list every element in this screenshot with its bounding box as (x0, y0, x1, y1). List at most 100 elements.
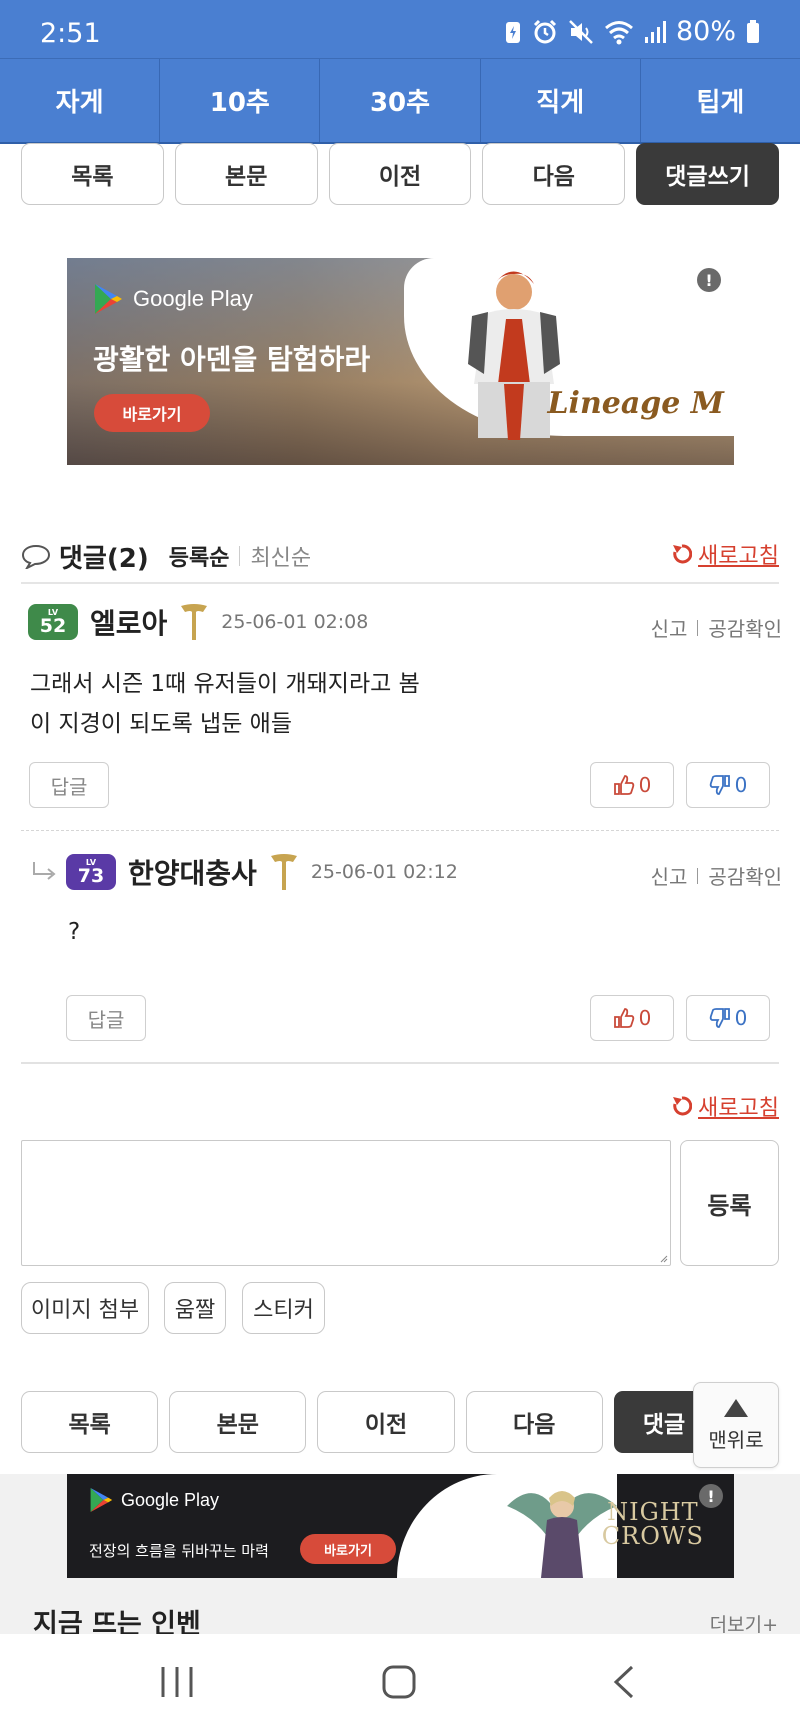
list-button[interactable]: 목록 (21, 143, 164, 205)
upvote-count: 0 (638, 1006, 652, 1030)
comment-1-actions: 신고 공감확인 (651, 613, 782, 642)
status-icons: 80% (504, 16, 760, 47)
refresh-button-top[interactable]: 새로고침 (672, 538, 779, 570)
ad-cta-button[interactable]: 바로가기 (300, 1534, 396, 1564)
logo-line: CROWS (601, 1522, 704, 1550)
google-play-icon (90, 1488, 113, 1512)
comment-date: 25-06-01 02:12 (310, 861, 458, 883)
google-play-icon (95, 284, 122, 314)
comment-date: 25-06-01 02:08 (221, 611, 369, 633)
sticker-button[interactable]: 스티커 (242, 1282, 325, 1334)
night-crows-logo: NIGHT CROWS (602, 1500, 704, 1548)
refresh-icon (673, 544, 693, 564)
home-icon[interactable] (381, 1664, 417, 1700)
ad-subtitle: 전장의 흐름을 뒤바꾸는 마력 (89, 1542, 269, 1560)
comment-divider (21, 830, 779, 831)
next-button[interactable]: 다음 (482, 143, 626, 205)
go-top-label: 맨위로 (708, 1427, 764, 1452)
write-comment-button[interactable]: 댓글쓰기 (636, 143, 779, 205)
sort-divider (239, 546, 241, 566)
upvote-button[interactable]: 0 (590, 995, 674, 1041)
alarm-icon (532, 19, 558, 45)
body-button[interactable]: 본문 (169, 1391, 307, 1453)
likes-check-link[interactable]: 공감확인 (708, 613, 782, 642)
signal-icon (644, 20, 666, 44)
comments-end-divider (21, 1062, 779, 1064)
downvote-count: 0 (734, 773, 748, 797)
triangle-up-icon (724, 1398, 748, 1417)
ad-headline: 광활한 아덴을 탐험하라 (93, 343, 371, 376)
tab-30-recommend[interactable]: 30추 (320, 59, 481, 142)
list-button[interactable]: 목록 (21, 1391, 159, 1453)
thumbs-up-icon (613, 775, 634, 795)
refresh-icon (673, 1096, 693, 1116)
downvote-count: 0 (734, 1006, 748, 1030)
lineage-m-logo: Lineage M (547, 386, 724, 421)
refresh-label: 새로고침 (698, 544, 779, 569)
mute-icon (568, 19, 594, 45)
resize-handle-icon[interactable] (660, 1255, 668, 1263)
reply-button[interactable]: 답글 (66, 995, 146, 1041)
prev-button[interactable]: 이전 (328, 143, 472, 205)
tab-10-recommend[interactable]: 10추 (160, 59, 321, 142)
comment-nickname[interactable]: 엘로아 (90, 602, 167, 642)
refresh-label: 새로고침 (698, 1096, 779, 1121)
refresh-button-bottom[interactable]: 새로고침 (672, 1090, 779, 1122)
attach-image-button[interactable]: 이미지 첨부 (21, 1282, 149, 1334)
thumbs-down-icon (709, 1008, 730, 1028)
tab-tip-board[interactable]: 팁게 (641, 59, 800, 142)
ad-cta-button[interactable]: 바로가기 (94, 394, 210, 432)
post-nav-bottom: 목록 본문 이전 다음 댓글 (21, 1391, 780, 1453)
comment-line: 이 지경이 되도록 냅둔 애들 (30, 711, 293, 737)
sort-oldest[interactable]: 등록순 (169, 540, 230, 572)
post-nav-top: 목록 본문 이전 다음 댓글쓰기 (21, 143, 779, 205)
tab-job-board[interactable]: 직게 (481, 59, 641, 142)
report-link[interactable]: 신고 (651, 861, 688, 890)
comments-title: 댓글(2) (59, 538, 149, 575)
next-button[interactable]: 다음 (465, 1391, 603, 1453)
battery-saver-icon (504, 19, 522, 45)
rank-icon (181, 604, 208, 640)
battery-icon (746, 19, 760, 44)
downvote-button[interactable]: 0 (686, 762, 770, 808)
google-play-text: Google Play (121, 1489, 220, 1510)
level-number: 73 (77, 864, 105, 887)
ad-banner-night-crows[interactable]: Google Play 전장의 흐름을 뒤바꾸는 마력 바로가기 NIGHT C… (67, 1474, 734, 1578)
downvote-button[interactable]: 0 (686, 995, 770, 1041)
gif-button[interactable]: 움짤 (164, 1282, 226, 1334)
go-top-button[interactable]: 맨위로 (693, 1382, 779, 1468)
comment-textarea[interactable] (21, 1140, 671, 1266)
ad-info-icon[interactable]: ! (697, 268, 721, 292)
comment-nickname[interactable]: 한양대충사 (128, 852, 257, 892)
more-link[interactable]: 더보기+ (710, 1610, 778, 1637)
actions-divider (697, 867, 699, 884)
comments-title-text: 댓글 (59, 543, 107, 574)
report-link[interactable]: 신고 (651, 613, 688, 642)
speech-bubble-icon (21, 544, 51, 569)
status-time: 2:51 (40, 18, 101, 49)
recent-apps-icon[interactable] (160, 1664, 194, 1700)
comment-2-actions: 신고 공감확인 (651, 861, 782, 890)
reply-button[interactable]: 답글 (29, 762, 109, 808)
upvote-button[interactable]: 0 (590, 762, 674, 808)
google-play-text: Google Play (133, 286, 253, 311)
tab-free-board[interactable]: 자게 (0, 59, 161, 142)
sort-newest[interactable]: 최신순 (250, 540, 311, 572)
category-nav: 자게 10추 30추 직게 팁게 (0, 58, 800, 144)
body-button[interactable]: 본문 (174, 143, 318, 205)
prev-button[interactable]: 이전 (317, 1391, 455, 1453)
comment-line: 그래서 시즌 1때 유저들이 개돼지라고 봄 (30, 671, 420, 697)
actions-divider (697, 619, 699, 636)
back-icon[interactable] (612, 1664, 636, 1700)
comment-1-meta: LV 52 엘로아 25-06-01 02:08 (28, 602, 368, 642)
level-badge: LV 52 (28, 604, 78, 640)
likes-check-link[interactable]: 공감확인 (708, 861, 782, 890)
thumbs-down-icon (709, 775, 730, 795)
battery-percent: 80% (675, 16, 736, 47)
level-badge: LV 73 (66, 854, 116, 890)
google-play-logo: Google Play (93, 283, 253, 315)
submit-comment-button[interactable]: 등록 (680, 1140, 779, 1266)
ad-banner-lineage[interactable]: Google Play 광활한 아덴을 탐험하라 바로가기 Lineage M … (67, 258, 734, 465)
rank-icon (270, 854, 297, 890)
ad-info-icon[interactable]: ! (699, 1484, 723, 1508)
